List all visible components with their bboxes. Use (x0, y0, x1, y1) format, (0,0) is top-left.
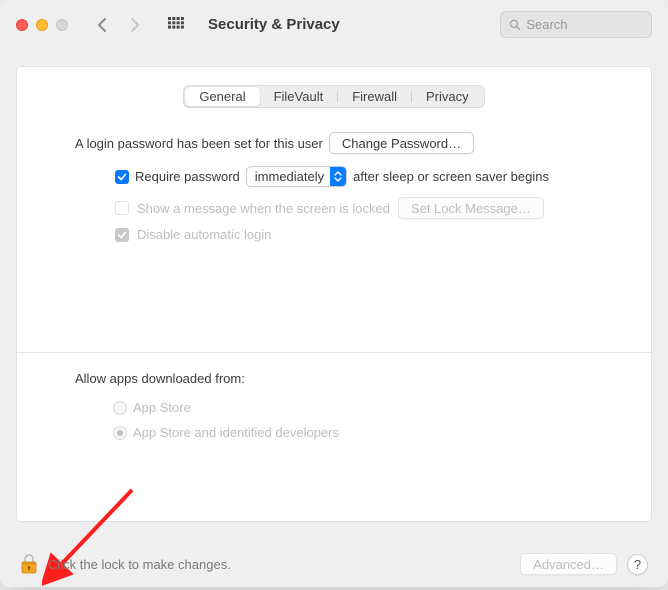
grid-icon (168, 17, 184, 33)
lock-button[interactable]: Click the lock to make changes. (20, 553, 231, 575)
chevron-left-icon (97, 17, 108, 33)
allow-apps-section: Allow apps downloaded from: App Store Ap… (39, 353, 629, 440)
titlebar: Security & Privacy (0, 0, 668, 50)
footer: Click the lock to make changes. Advanced… (0, 553, 668, 575)
search-field[interactable] (500, 11, 652, 38)
require-password-label: Require password (135, 169, 240, 184)
disable-auto-login-checkbox (115, 228, 129, 242)
lock-icon (20, 553, 38, 575)
tab-firewall[interactable]: Firewall (338, 87, 411, 106)
allow-apps-title: Allow apps downloaded from: (75, 371, 593, 386)
minimize-window-button[interactable] (36, 19, 48, 31)
require-password-delay-select[interactable]: immediately (246, 166, 347, 187)
main-area: General FileVault Firewall Privacy A log… (0, 50, 668, 587)
lock-text: Click the lock to make changes. (48, 557, 231, 572)
close-window-button[interactable] (16, 19, 28, 31)
radio-app-store (113, 401, 127, 415)
after-sleep-text: after sleep or screen saver begins (353, 169, 549, 184)
content-panel: General FileVault Firewall Privacy A log… (16, 66, 652, 522)
change-password-button[interactable]: Change Password… (329, 132, 474, 154)
show-message-checkbox (115, 201, 129, 215)
window-title: Security & Privacy (208, 16, 340, 33)
tab-privacy[interactable]: Privacy (412, 87, 483, 106)
password-section: A login password has been set for this u… (39, 128, 629, 242)
nav-group (88, 13, 148, 37)
forward-button[interactable] (120, 13, 148, 37)
search-icon (509, 18, 520, 31)
set-lock-message-button: Set Lock Message… (398, 197, 544, 219)
tab-bar: General FileVault Firewall Privacy (183, 85, 484, 108)
require-password-checkbox[interactable] (115, 170, 129, 184)
radio-app-store-identified-label: App Store and identified developers (133, 425, 339, 440)
up-down-caret-icon (330, 167, 346, 186)
login-password-text: A login password has been set for this u… (75, 136, 323, 151)
radio-app-store-identified (113, 426, 127, 440)
show-all-button[interactable] (162, 13, 190, 37)
search-input[interactable] (526, 17, 643, 32)
traffic-lights (16, 19, 68, 31)
tab-general[interactable]: General (185, 87, 259, 106)
tab-filevault[interactable]: FileVault (260, 87, 338, 106)
preferences-window: Security & Privacy General FileVault Fir… (0, 0, 668, 587)
help-button[interactable]: ? (627, 554, 648, 575)
zoom-window-button (56, 19, 68, 31)
chevron-right-icon (129, 17, 140, 33)
check-icon (117, 172, 127, 182)
back-button[interactable] (88, 13, 116, 37)
radio-app-store-label: App Store (133, 400, 191, 415)
disable-auto-login-label: Disable automatic login (137, 227, 271, 242)
select-value: immediately (255, 169, 330, 184)
advanced-button: Advanced… (520, 553, 617, 575)
check-icon (117, 230, 127, 240)
show-message-label: Show a message when the screen is locked (137, 201, 390, 216)
